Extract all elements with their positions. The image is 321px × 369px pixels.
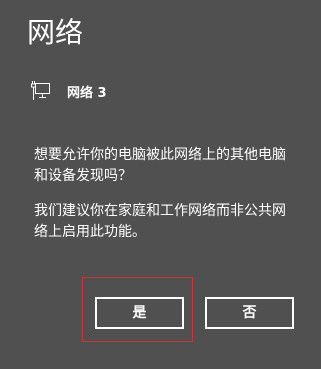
network-discovery-panel: 网络 网络 3 想要允许你的电脑被此网络上的其他电脑和设备发现吗？ 我们建议你在… — [0, 0, 321, 369]
discovery-advice: 我们建议你在家庭和工作网络而非公共网络上启用此功能。 — [34, 203, 286, 240]
discovery-question: 想要允许你的电脑被此网络上的其他电脑和设备发现吗？ — [34, 147, 286, 184]
network-name: 网络 3 — [67, 85, 107, 101]
no-button[interactable]: 否 — [205, 297, 294, 329]
yes-button[interactable]: 是 — [95, 297, 184, 329]
ethernet-monitor-icon — [30, 80, 52, 102]
network-row: 网络 3 — [30, 80, 107, 102]
panel-title: 网络 — [27, 16, 84, 49]
